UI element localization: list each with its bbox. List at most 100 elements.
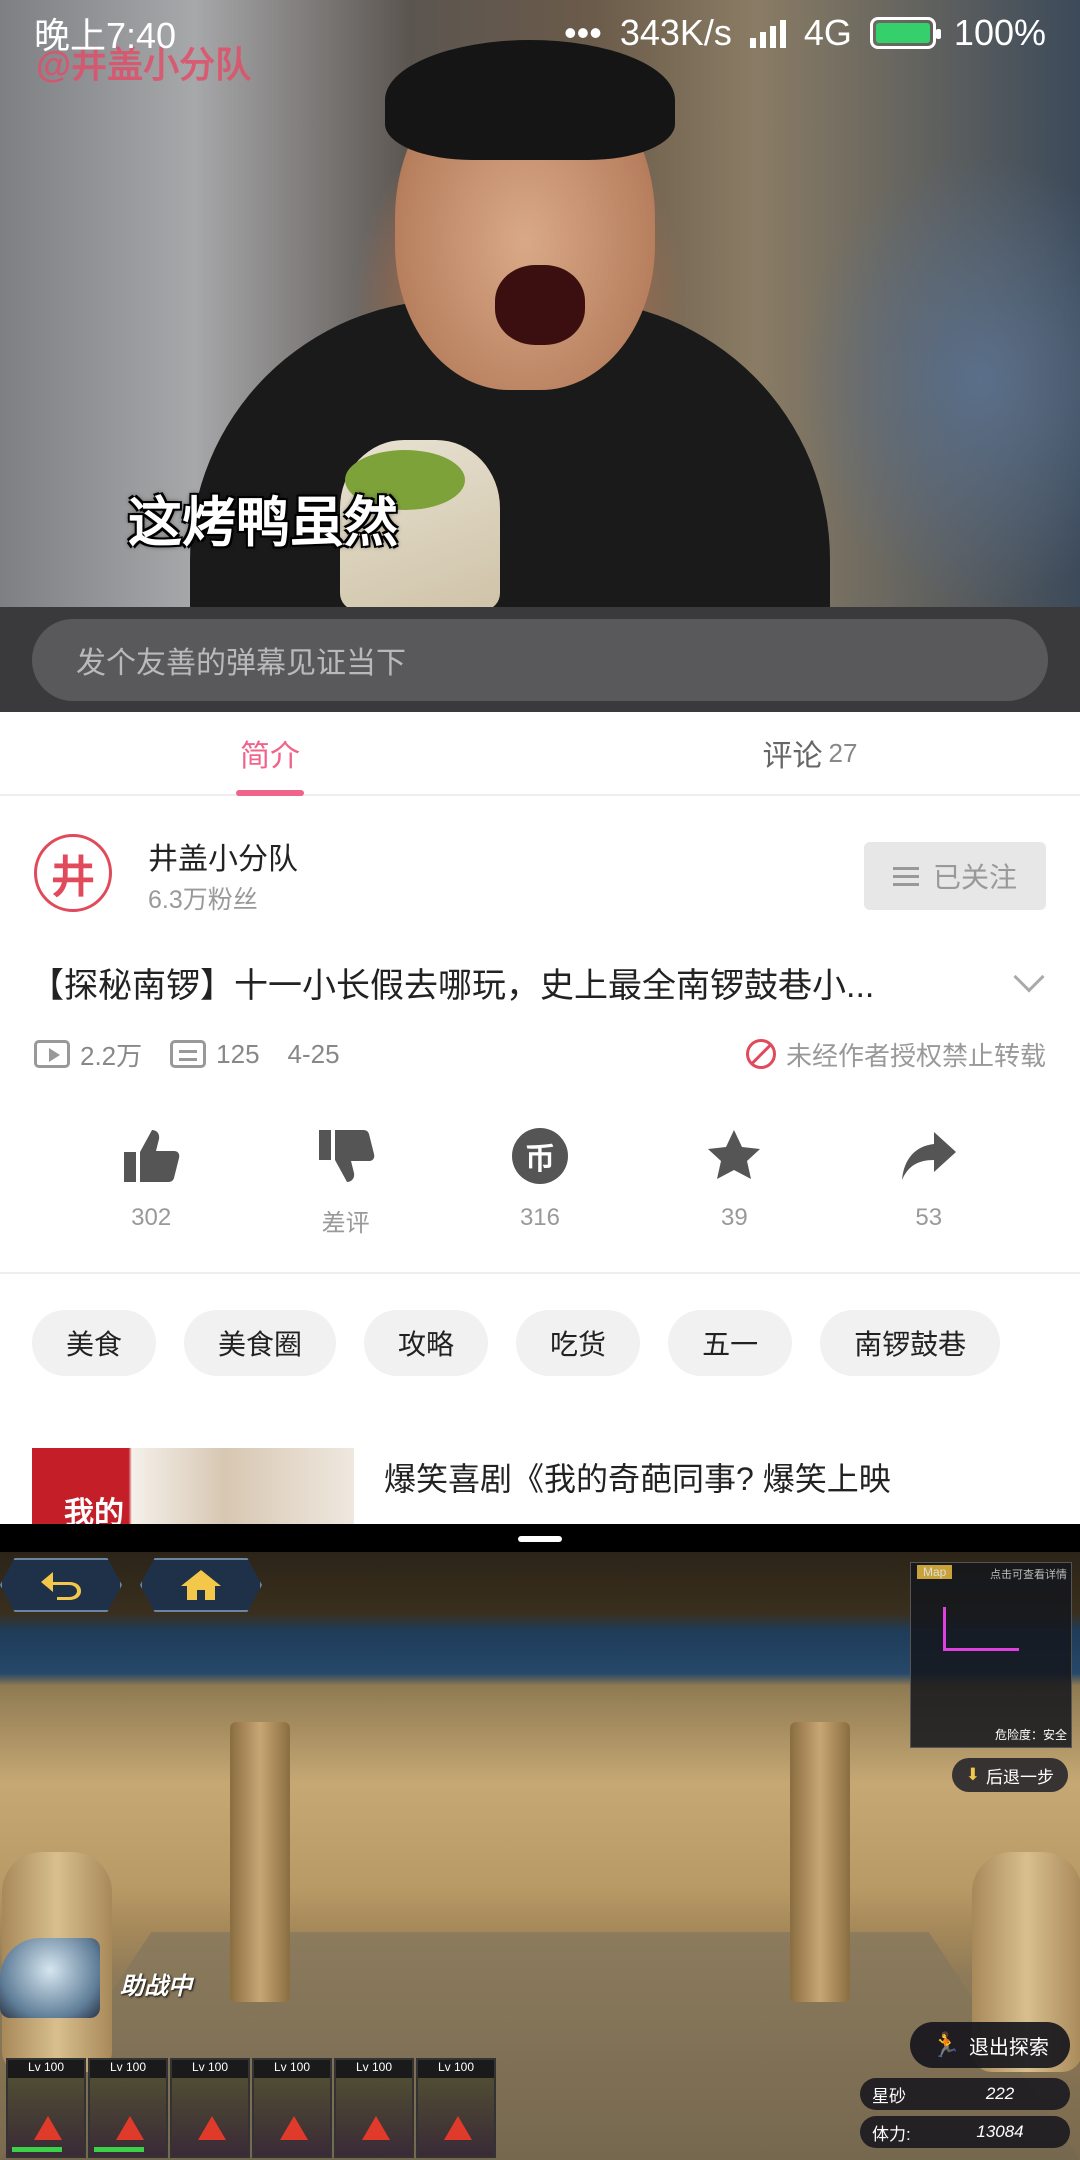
retreat-label: 后退一步 [986,1767,1054,1787]
coin-button[interactable]: 币 316 [470,1126,610,1238]
warning-icon [280,2116,308,2140]
play-count-icon [34,1040,70,1068]
copyright-notice: 未经作者授权禁止转载 [745,1036,1046,1073]
tag-chip[interactable]: 美食圈 [184,1310,337,1376]
recommended-thumbnail: 我的 [32,1448,354,1524]
video-subtitle: 这烤鸭虽然 [128,493,398,553]
share-button[interactable]: 53 [859,1126,999,1238]
forbid-icon [745,1039,776,1069]
party-card-level: Lv 100 [8,2060,84,2078]
party-cards: Lv 100 Lv 100 Lv 100 Lv 100 Lv 100 Lv 10… [6,2058,496,2158]
danmaku-bar: 发个友善的弹幕见证当下 [0,607,1080,712]
party-card[interactable]: Lv 100 [170,2058,250,2158]
coin-icon: 币 [510,1126,570,1186]
tag-chip[interactable]: 美食 [32,1310,157,1376]
party-card-level: Lv 100 [336,2060,412,2078]
status-dots: ••• [564,12,602,53]
danmaku-count-icon [170,1040,207,1068]
minimap-hint: 点击可查看详情 [990,1569,1067,1581]
assist-portrait [0,1938,100,2018]
tab-intro[interactable]: 简介 [0,712,540,794]
video-scene [495,265,585,345]
party-card[interactable]: Lv 100 [252,2058,332,2158]
tab-comments-label: 评论 [762,740,823,773]
author-row: 井 井盖小分队 6.3万粉丝 已关注 [34,834,1046,934]
home-button[interactable] [140,1558,262,1612]
active-tab-indicator [236,790,304,796]
video-player[interactable]: @井盖小分队 这烤鸭虽然 [0,0,1080,620]
coin-glyph: 币 [511,1128,568,1184]
recommended-thumb-text: 我的 [64,1497,124,1524]
hp-bar [12,2147,62,2152]
status-bar: 晚上7:40 ••• 343K/s 4G 100% [0,0,1080,66]
warning-icon [362,2116,390,2140]
home-icon [181,1570,221,1600]
running-man-icon: 🏃 [931,2031,961,2059]
divider [0,1272,1080,1274]
share-icon [899,1126,959,1186]
back-button[interactable] [0,1558,122,1612]
view-count: 2.2万 [34,1036,142,1073]
resource-label: 星砂 [872,2086,906,2106]
copyright-text: 未经作者授权禁止转载 [785,1040,1046,1071]
follow-label: 已关注 [932,862,1017,893]
view-count-value: 2.2万 [80,1040,143,1071]
favorite-count: 39 [721,1204,748,1231]
warning-icon [444,2116,472,2140]
recommended-video[interactable]: 我的 爆笑喜剧《我的奇葩同事? 爆笑上映 [32,1448,1048,1524]
danmaku-count: 125 [170,1038,260,1070]
drag-handle-icon[interactable] [518,1536,562,1542]
resource-stardust: 星砂 222 [860,2078,1070,2110]
danmaku-input[interactable]: 发个友善的弹幕见证当下 [32,618,1048,701]
share-count: 53 [915,1204,943,1231]
resource-label: 体力: [872,2124,911,2144]
video-title[interactable]: 【探秘南锣】十一小长假去哪玩，史上最全南锣鼓巷小... [30,958,874,1007]
publish-date: 4-25 [288,1039,340,1070]
danmaku-count-value: 125 [216,1038,260,1069]
signal-icon [749,18,786,48]
game-pillar [230,1722,290,2002]
split-screen-divider[interactable] [0,1524,1080,1552]
status-time: 晚上7:40 [34,15,177,56]
follow-button[interactable]: 已关注 [864,842,1046,910]
game-view[interactable]: Map 点击可查看详情 危险度：安全 ⬇ 后退一步 助战中 Lv 100 Lv … [0,1552,1080,2160]
assist-indicator: 助战中 [0,1938,210,2018]
action-bar: 302 差评 币 316 39 53 [0,1126,1080,1238]
thumbs-down-icon [316,1126,376,1185]
minimap-label: Map [917,1565,953,1579]
resource-stamina: 体力: 13084 [860,2116,1070,2148]
warning-icon [116,2116,144,2140]
party-card[interactable]: Lv 100 [334,2058,414,2158]
exit-explore-button[interactable]: 🏃 退出探索 [910,2022,1070,2068]
favorite-button[interactable]: 39 [664,1126,804,1238]
author-fans: 6.3万粉丝 [148,886,258,914]
coin-count: 316 [519,1204,560,1231]
author-name[interactable]: 井盖小分队 [148,834,298,878]
like-count: 302 [131,1204,172,1231]
tab-intro-label: 简介 [240,740,300,773]
dislike-button[interactable]: 差评 [276,1126,416,1238]
tag-chip[interactable]: 攻略 [364,1310,489,1376]
retreat-button[interactable]: ⬇ 后退一步 [951,1758,1068,1792]
party-card[interactable]: Lv 100 [88,2058,168,2158]
exit-explore-label: 退出探索 [968,2036,1049,2059]
minimap-path [943,1607,1019,1651]
danger-level: 危险度：安全 [994,1728,1067,1742]
resource-value: 222 [985,2084,1015,2103]
warning-icon [34,2116,62,2140]
tag-chip[interactable]: 南锣鼓巷 [820,1310,1001,1376]
recommended-title: 爆笑喜剧《我的奇葩同事? 爆笑上映 [384,1461,891,1497]
tab-comments[interactable]: 评论 27 [540,712,1080,794]
party-card[interactable]: Lv 100 [6,2058,86,2158]
resource-value: 13084 [976,2122,1024,2141]
chevron-down-icon[interactable] [1013,961,1045,993]
author-avatar[interactable]: 井 [34,834,112,912]
tag-chip[interactable]: 吃货 [516,1310,641,1376]
hp-bar [94,2147,144,2152]
party-card[interactable]: Lv 100 [416,2058,496,2158]
tag-chip[interactable]: 五一 [668,1310,793,1376]
arrow-down-icon: ⬇ [965,1765,980,1784]
like-button[interactable]: 302 [81,1126,221,1238]
game-pillar [790,1722,850,2002]
minimap[interactable]: Map 点击可查看详情 危险度：安全 [910,1562,1072,1748]
